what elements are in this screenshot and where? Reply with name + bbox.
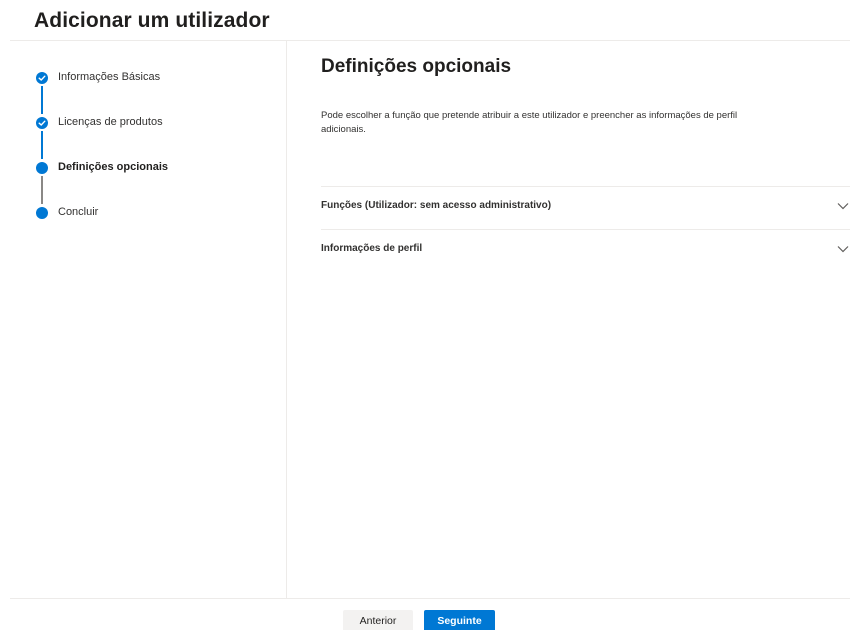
step-completed-icon: [36, 117, 48, 129]
roles-expander-label: Funções (Utilizador: sem acesso administ…: [321, 200, 552, 211]
profile-info-expander[interactable]: Informações de perfil: [321, 229, 850, 273]
step-current-icon: [36, 162, 48, 174]
page-title: Adicionar um utilizador: [34, 9, 270, 32]
profile-info-expander-label: Informações de perfil: [321, 243, 423, 254]
step-basic-info[interactable]: Informações Básicas: [36, 69, 276, 89]
step-optional-settings[interactable]: Definições opcionais: [36, 159, 276, 179]
step-connector: [41, 86, 43, 114]
step-connector: [41, 176, 43, 204]
step-connector: [41, 131, 43, 159]
footer-divider: [10, 598, 850, 599]
step-label: Licenças de produtos: [58, 116, 163, 128]
roles-expander[interactable]: Funções (Utilizador: sem acesso administ…: [321, 186, 850, 230]
add-user-wizard: Adicionar um utilizador Informações Bási…: [0, 0, 850, 630]
chevron-down-icon[interactable]: [836, 242, 850, 256]
step-finish[interactable]: Concluir: [36, 204, 276, 224]
step-label: Definições opcionais: [58, 161, 169, 173]
step-label: Concluir: [58, 206, 99, 218]
next-button[interactable]: Seguinte: [424, 610, 495, 630]
section-description: Pode escolher a função que pretende atri…: [321, 110, 738, 135]
step-product-licenses[interactable]: Licenças de produtos: [36, 114, 276, 134]
chevron-down-icon[interactable]: [836, 199, 850, 213]
back-button[interactable]: Anterior: [343, 610, 413, 630]
step-pending-icon: [36, 207, 48, 219]
section-title: Definições opcionais: [321, 56, 512, 77]
wizard-steps-panel: Informações Básicas Licenças de produtos…: [10, 41, 287, 598]
step-label: Informações Básicas: [58, 71, 161, 83]
step-completed-icon: [36, 72, 48, 84]
